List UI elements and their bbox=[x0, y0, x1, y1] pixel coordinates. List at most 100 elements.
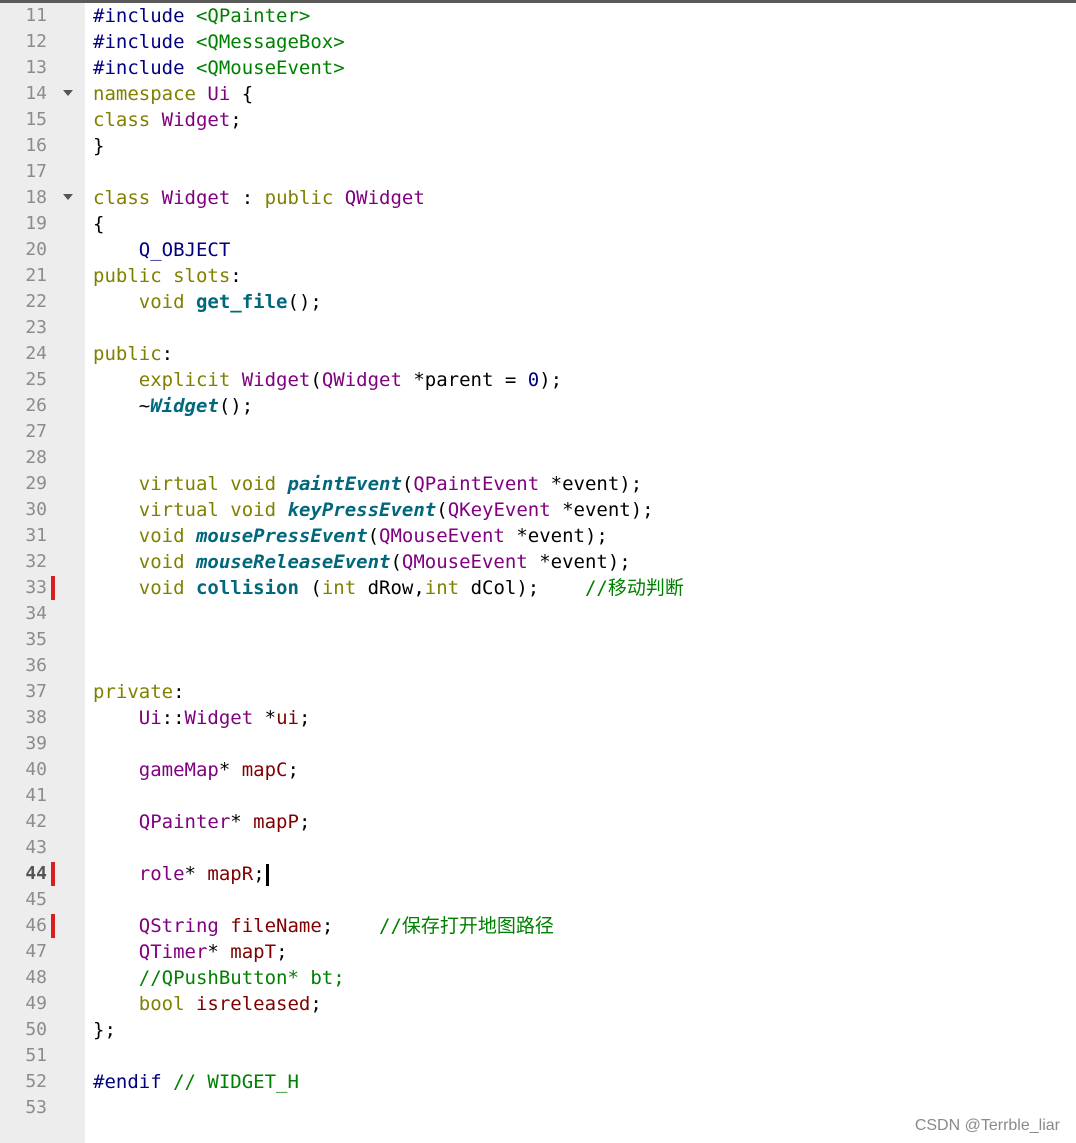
code-text[interactable]: } bbox=[93, 133, 104, 159]
code-line[interactable]: 18 class Widget : public QWidget bbox=[0, 185, 1076, 211]
code-line[interactable]: 24 public: bbox=[0, 341, 1076, 367]
code-line[interactable]: 27 bbox=[0, 419, 1076, 445]
code-line[interactable]: 45 bbox=[0, 887, 1076, 913]
code-line[interactable]: 12 #include <QMessageBox> bbox=[0, 29, 1076, 55]
code-text[interactable]: #endif // WIDGET_H bbox=[93, 1069, 299, 1095]
code-token: fileName bbox=[230, 915, 322, 937]
code-text[interactable]: gameMap* mapC; bbox=[93, 757, 299, 783]
code-token: * bbox=[253, 707, 277, 729]
code-token: QString bbox=[138, 915, 219, 937]
code-line[interactable]: 38 Ui::Widget *ui; bbox=[0, 705, 1076, 731]
code-token: * bbox=[218, 759, 242, 781]
code-line[interactable]: 35 bbox=[0, 627, 1076, 653]
code-editor[interactable]: 11 #include <QPainter> 12 #include <QMessag… bbox=[0, 0, 1076, 1143]
code-line[interactable]: 11 #include <QPainter> bbox=[0, 3, 1076, 29]
code-line[interactable]: 22 void get_file(); bbox=[0, 289, 1076, 315]
code-text[interactable]: namespace Ui { bbox=[93, 81, 253, 107]
code-line[interactable]: 28 bbox=[0, 445, 1076, 471]
code-line[interactable]: 44 role* mapR; bbox=[0, 861, 1076, 887]
code-text[interactable]: virtual void paintEvent(QPaintEvent *eve… bbox=[93, 471, 642, 497]
code-line[interactable]: 14 namespace Ui { bbox=[0, 81, 1076, 107]
code-line[interactable]: 25 explicit Widget(QWidget *parent = 0); bbox=[0, 367, 1076, 393]
code-line[interactable]: 48 //QPushButton* bt; bbox=[0, 965, 1076, 991]
fold-arrow-icon[interactable] bbox=[63, 194, 73, 200]
code-line[interactable]: 32 void mouseReleaseEvent(QMouseEvent *e… bbox=[0, 549, 1076, 575]
code-line[interactable]: 17 bbox=[0, 159, 1076, 185]
code-token: Ui bbox=[207, 83, 231, 105]
code-line[interactable]: 34 bbox=[0, 601, 1076, 627]
code-text[interactable]: void collision (int dRow,int dCol); //移动… bbox=[93, 575, 684, 601]
code-token: QKeyEvent bbox=[447, 499, 551, 521]
code-text[interactable]: explicit Widget(QWidget *parent = 0); bbox=[93, 367, 562, 393]
code-line[interactable]: 41 bbox=[0, 783, 1076, 809]
code-text[interactable]: private: bbox=[93, 679, 185, 705]
code-line[interactable]: 30 virtual void keyPressEvent(QKeyEvent … bbox=[0, 497, 1076, 523]
code-token: Q_OBJECT bbox=[138, 239, 231, 261]
code-text[interactable]: void get_file(); bbox=[93, 289, 322, 315]
code-text[interactable]: QTimer* mapT; bbox=[93, 939, 288, 965]
code-line[interactable]: 21 public slots: bbox=[0, 263, 1076, 289]
code-text[interactable]: QString fileName; //保存打开地图路径 bbox=[93, 913, 554, 939]
code-text[interactable]: ~Widget(); bbox=[93, 393, 253, 419]
code-line[interactable]: 51 bbox=[0, 1043, 1076, 1069]
code-token: get_file bbox=[195, 291, 288, 313]
code-text[interactable]: Ui::Widget *ui; bbox=[93, 705, 311, 731]
code-text[interactable]: void mouseReleaseEvent(QMouseEvent *even… bbox=[93, 549, 631, 575]
code-line[interactable]: 20 Q_OBJECT bbox=[0, 237, 1076, 263]
code-line[interactable]: 26 ~Widget(); bbox=[0, 393, 1076, 419]
line-number: 16 bbox=[25, 135, 47, 156]
code-text[interactable]: { bbox=[93, 211, 104, 237]
code-token: QMouseEvent bbox=[401, 551, 528, 573]
code-token: <QMouseEvent> bbox=[195, 57, 345, 79]
code-text[interactable]: Q_OBJECT bbox=[93, 237, 231, 263]
code-text[interactable]: }; bbox=[93, 1017, 116, 1043]
code-line[interactable]: 15 class Widget; bbox=[0, 107, 1076, 133]
code-line[interactable]: 29 virtual void paintEvent(QPaintEvent *… bbox=[0, 471, 1076, 497]
code-text[interactable]: public slots: bbox=[93, 263, 242, 289]
code-text[interactable]: #include <QMessageBox> bbox=[93, 29, 345, 55]
code-text[interactable]: //QPushButton* bt; bbox=[93, 965, 345, 991]
code-line[interactable]: 52 #endif // WIDGET_H bbox=[0, 1069, 1076, 1095]
line-number: 46 bbox=[25, 915, 47, 936]
code-text[interactable]: public: bbox=[93, 341, 173, 367]
code-text[interactable]: void mousePressEvent(QMouseEvent *event)… bbox=[93, 523, 608, 549]
code-token: class bbox=[93, 187, 151, 209]
code-text[interactable]: #include <QPainter> bbox=[93, 3, 310, 29]
code-token: Ui bbox=[138, 707, 162, 729]
code-line[interactable]: 40 gameMap* mapC; bbox=[0, 757, 1076, 783]
line-number: 45 bbox=[25, 889, 47, 910]
code-text[interactable]: virtual void keyPressEvent(QKeyEvent *ev… bbox=[93, 497, 654, 523]
code-line[interactable]: 42 QPainter* mapP; bbox=[0, 809, 1076, 835]
code-token: bool bbox=[138, 993, 185, 1015]
code-line[interactable]: 49 bool isreleased; bbox=[0, 991, 1076, 1017]
code-line[interactable]: 50}; bbox=[0, 1017, 1076, 1043]
code-token: keyPressEvent bbox=[287, 499, 437, 521]
code-line[interactable]: 36 bbox=[0, 653, 1076, 679]
code-line[interactable]: 19 { bbox=[0, 211, 1076, 237]
code-line[interactable]: 47 QTimer* mapT; bbox=[0, 939, 1076, 965]
code-token: :: bbox=[161, 707, 185, 729]
line-number: 47 bbox=[25, 941, 47, 962]
code-text[interactable]: bool isreleased; bbox=[93, 991, 322, 1017]
code-line[interactable]: 46 QString fileName; //保存打开地图路径 bbox=[0, 913, 1076, 939]
code-line[interactable]: 43 bbox=[0, 835, 1076, 861]
code-token: isreleased bbox=[195, 993, 311, 1015]
code-line[interactable]: 33 void collision (int dRow,int dCol); /… bbox=[0, 575, 1076, 601]
code-text[interactable]: QPainter* mapP; bbox=[93, 809, 311, 835]
code-line[interactable]: 23 bbox=[0, 315, 1076, 341]
code-text[interactable]: #include <QMouseEvent> bbox=[93, 55, 345, 81]
code-token: public bbox=[93, 265, 162, 287]
code-token: //保存打开地图路径 bbox=[379, 915, 554, 937]
code-line[interactable]: 31 void mousePressEvent(QMouseEvent *eve… bbox=[0, 523, 1076, 549]
code-text[interactable]: role* mapR; bbox=[93, 861, 269, 887]
fold-arrow-icon[interactable] bbox=[63, 90, 73, 96]
code-text[interactable]: class Widget : public QWidget bbox=[93, 185, 425, 211]
code-token: *parent = bbox=[401, 369, 528, 391]
code-line[interactable]: 39 bbox=[0, 731, 1076, 757]
code-line[interactable]: 13 #include <QMouseEvent> bbox=[0, 55, 1076, 81]
code-line[interactable]: 37 private: bbox=[0, 679, 1076, 705]
code-text[interactable]: class Widget; bbox=[93, 107, 242, 133]
code-line[interactable]: 16} bbox=[0, 133, 1076, 159]
